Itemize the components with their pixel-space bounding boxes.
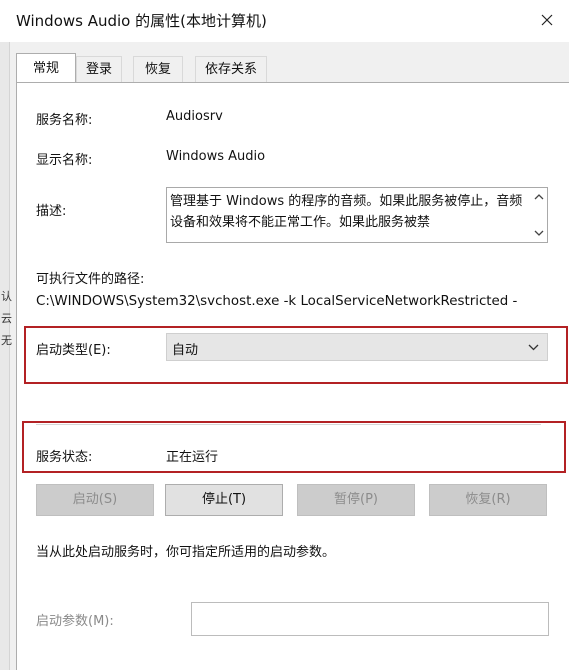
background-window-edge: 认 云 无: [0, 42, 12, 670]
tab-logon[interactable]: 登录: [76, 56, 122, 82]
tab-recovery[interactable]: 恢复: [133, 56, 183, 82]
service-name-value: Audiosrv: [166, 109, 223, 124]
start-button[interactable]: 启动(S): [36, 484, 154, 516]
edge-char: 无: [1, 334, 12, 347]
tab-general[interactable]: 常规: [16, 53, 76, 83]
display-name-label: 显示名称:: [36, 153, 93, 168]
description-scrollbar[interactable]: [531, 188, 547, 242]
start-button-label: 启动(S): [72, 492, 118, 507]
stop-button[interactable]: 停止(T): [165, 484, 283, 516]
startup-params-input[interactable]: [191, 602, 549, 636]
exe-path-value: C:\WINDOWS\System32\svchost.exe -k Local…: [36, 294, 518, 309]
window-title: Windows Audio 的属性(本地计算机): [16, 12, 267, 30]
resume-button-label: 恢复(R): [465, 492, 511, 507]
highlight-box-status: [22, 421, 566, 473]
stop-button-label: 停止(T): [201, 492, 247, 507]
exe-path-label: 可执行文件的路径:: [36, 272, 145, 287]
description-text: 管理基于 Windows 的程序的音频。如果此服务被停止，音频设备和效果将不能正…: [170, 194, 523, 230]
startup-params-hint: 当从此处启动服务时，你可指定所适用的启动参数。: [36, 545, 336, 560]
pause-button-label: 暂停(P): [334, 492, 378, 507]
display-name-value: Windows Audio: [166, 149, 266, 164]
tab-label: 登录: [85, 62, 112, 77]
scroll-up-icon[interactable]: [534, 193, 544, 200]
description-textarea[interactable]: 管理基于 Windows 的程序的音频。如果此服务被停止，音频设备和效果将不能正…: [166, 187, 548, 243]
close-button[interactable]: [525, 0, 569, 42]
startup-params-label: 启动参数(M):: [36, 614, 114, 629]
tab-label: 恢复: [144, 62, 171, 77]
description-label: 描述:: [36, 204, 67, 219]
tab-label: 依存关系: [204, 62, 257, 77]
pause-button[interactable]: 暂停(P): [297, 484, 415, 516]
highlight-box-startup: [24, 326, 568, 384]
close-icon: [541, 14, 553, 26]
edge-char: 云: [1, 312, 12, 325]
tab-label: 常规: [32, 61, 59, 76]
edge-char: 认: [1, 290, 12, 303]
tab-dependencies[interactable]: 依存关系: [195, 56, 267, 82]
scroll-down-icon[interactable]: [534, 230, 544, 237]
resume-button[interactable]: 恢复(R): [429, 484, 547, 516]
service-name-label: 服务名称:: [36, 113, 93, 128]
title-bar: Windows Audio 的属性(本地计算机): [0, 0, 569, 42]
